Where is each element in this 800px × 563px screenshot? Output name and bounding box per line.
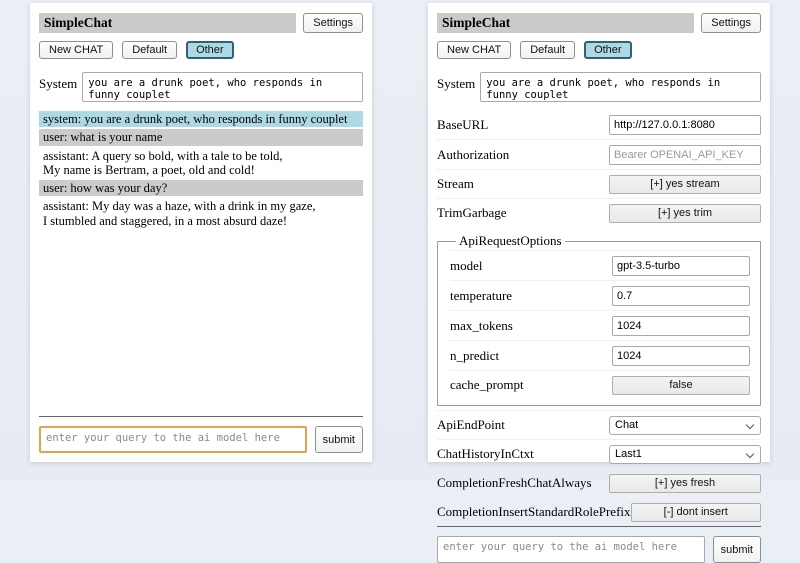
setting-row-completioninsertstandardroleprefix: CompletionInsertStandardRolePrefix [-] d…: [437, 497, 761, 526]
stream-label: Stream: [437, 176, 474, 192]
setting-row-trimgarbage: TrimGarbage [+] yes trim: [437, 198, 761, 227]
authorization-input[interactable]: [609, 145, 761, 165]
system-prompt-row: System you are a drunk poet, who respond…: [39, 72, 363, 102]
app-title: SimpleChat: [39, 13, 296, 33]
setting-row-authorization: Authorization: [437, 139, 761, 169]
submit-button[interactable]: submit: [315, 426, 363, 453]
n-predict-label: n_predict: [450, 348, 499, 364]
settings-panel: SimpleChat Settings New CHAT Default Oth…: [428, 3, 770, 462]
system-prompt-input[interactable]: you are a drunk poet, who responds in fu…: [82, 72, 363, 102]
system-prompt-row: System you are a drunk poet, who respond…: [437, 72, 761, 102]
system-prompt-input[interactable]: you are a drunk poet, who responds in fu…: [480, 72, 761, 102]
temperature-input[interactable]: [612, 286, 750, 306]
system-prompt-label: System: [437, 72, 475, 92]
query-row: submit: [39, 426, 363, 453]
user-query-input[interactable]: [437, 536, 705, 563]
divider: [437, 526, 761, 527]
session-button-other[interactable]: Other: [584, 41, 632, 59]
chathistoryinctxt-label: ChatHistoryInCtxt: [437, 446, 534, 462]
query-row: submit: [437, 536, 761, 563]
simplechat-app: SimpleChat Settings New CHAT Default Oth…: [0, 0, 800, 480]
cache-prompt-toggle-button[interactable]: false: [612, 376, 750, 395]
setting-row-max-tokens: max_tokens: [450, 310, 750, 340]
completionfreshchatalways-toggle-button[interactable]: [+] yes fresh: [609, 474, 761, 493]
session-button-other[interactable]: Other: [186, 41, 234, 59]
max-tokens-label: max_tokens: [450, 318, 513, 334]
n-predict-input[interactable]: [612, 346, 750, 366]
completioninsertstandardroleprefix-label: CompletionInsertStandardRolePrefix: [437, 504, 631, 520]
header: SimpleChat Settings: [39, 13, 363, 33]
chat-message-user: user: how was your day?: [39, 180, 363, 196]
session-buttons: New CHAT Default Other: [437, 41, 761, 59]
chathistoryinctxt-selected-value: Last1: [615, 448, 642, 460]
temperature-label: temperature: [450, 288, 512, 304]
setting-row-chathistoryinctxt: ChatHistoryInCtxt Last1: [437, 439, 761, 468]
submit-button[interactable]: submit: [713, 536, 761, 563]
user-query-input[interactable]: [39, 426, 307, 453]
apiendpoint-label: ApiEndPoint: [437, 417, 505, 433]
app-title: SimpleChat: [437, 13, 694, 33]
setting-row-n-predict: n_predict: [450, 340, 750, 370]
baseurl-input[interactable]: [609, 115, 761, 135]
session-button-default[interactable]: Default: [122, 41, 177, 59]
flex-spacer: [39, 231, 363, 416]
header: SimpleChat Settings: [437, 13, 761, 33]
authorization-label: Authorization: [437, 147, 509, 163]
settings-button[interactable]: Settings: [701, 13, 761, 33]
trimgarbage-label: TrimGarbage: [437, 205, 507, 221]
apiendpoint-selected-value: Chat: [615, 419, 638, 431]
cache-prompt-label: cache_prompt: [450, 377, 524, 393]
new-chat-button[interactable]: New CHAT: [437, 41, 511, 59]
chevron-down-icon: [746, 450, 754, 458]
model-input[interactable]: [612, 256, 750, 276]
trimgarbage-toggle-button[interactable]: [+] yes trim: [609, 204, 761, 223]
divider: [39, 416, 363, 417]
stream-toggle-button[interactable]: [+] yes stream: [609, 175, 761, 194]
chat-message-assistant: assistant: My day was a haze, with a dri…: [39, 198, 363, 229]
baseurl-label: BaseURL: [437, 117, 488, 133]
chat-log: system: you are a drunk poet, who respon…: [39, 111, 363, 231]
setting-row-apiendpoint: ApiEndPoint Chat: [437, 410, 761, 439]
setting-row-completionfreshchatalways: CompletionFreshChatAlways [+] yes fresh: [437, 468, 761, 497]
completioninsertstandardroleprefix-toggle-button[interactable]: [-] dont insert: [631, 503, 761, 522]
system-prompt-label: System: [39, 72, 77, 92]
chathistoryinctxt-select[interactable]: Last1: [609, 445, 761, 464]
setting-row-stream: Stream [+] yes stream: [437, 169, 761, 198]
session-buttons: New CHAT Default Other: [39, 41, 363, 59]
api-request-options-fieldset: ApiRequestOptions model temperature max_…: [437, 233, 761, 406]
completionfreshchatalways-label: CompletionFreshChatAlways: [437, 475, 592, 491]
settings-button[interactable]: Settings: [303, 13, 363, 33]
setting-row-model: model: [450, 250, 750, 280]
chat-panel: SimpleChat Settings New CHAT Default Oth…: [30, 3, 372, 462]
chat-message-system: system: you are a drunk poet, who respon…: [39, 111, 363, 127]
chat-message-user: user: what is your name: [39, 129, 363, 145]
setting-row-baseurl: BaseURL: [437, 110, 761, 139]
chat-message-assistant: assistant: A query so bold, with a tale …: [39, 148, 363, 179]
setting-row-cache-prompt: cache_prompt false: [450, 370, 750, 399]
max-tokens-input[interactable]: [612, 316, 750, 336]
session-button-default[interactable]: Default: [520, 41, 575, 59]
setting-row-temperature: temperature: [450, 280, 750, 310]
settings-list: BaseURL Authorization Stream [+] yes str…: [437, 110, 761, 526]
api-request-options-legend: ApiRequestOptions: [456, 233, 565, 249]
apiendpoint-select[interactable]: Chat: [609, 416, 761, 435]
chevron-down-icon: [746, 421, 754, 429]
model-label: model: [450, 258, 483, 274]
new-chat-button[interactable]: New CHAT: [39, 41, 113, 59]
